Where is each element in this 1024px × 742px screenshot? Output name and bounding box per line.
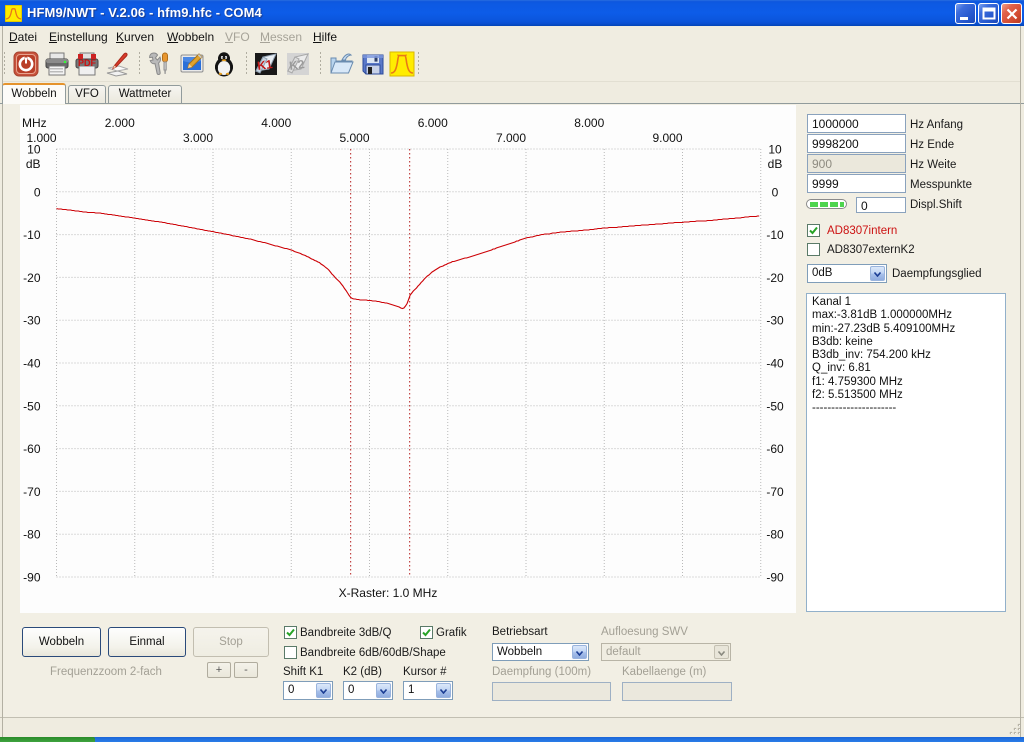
svg-text:-20: -20 [766,271,784,285]
svg-text:K1: K1 [256,57,273,73]
svg-text:7.000: 7.000 [496,131,526,145]
svg-text:-50: -50 [23,399,41,413]
svg-text:8.000: 8.000 [574,116,604,130]
svg-text:0: 0 [772,185,779,199]
svg-text:-60: -60 [23,442,41,456]
svg-text:-30: -30 [766,314,784,328]
svg-text:-30: -30 [23,314,41,328]
svg-text:3.000: 3.000 [183,131,213,145]
svg-text:-70: -70 [23,485,41,499]
svg-text:-60: -60 [766,442,784,456]
svg-text:dB: dB [768,157,783,171]
svg-text:K2: K2 [288,57,305,73]
svg-text:-10: -10 [23,228,41,242]
svg-text:MHz: MHz [22,116,47,130]
svg-text:-80: -80 [23,528,41,542]
svg-text:-40: -40 [766,357,784,371]
svg-text:5.000: 5.000 [339,131,369,145]
svg-text:-20: -20 [23,271,41,285]
svg-text:0: 0 [34,185,41,199]
svg-text:dB: dB [26,157,41,171]
svg-text:4.000: 4.000 [261,116,291,130]
svg-text:6.000: 6.000 [418,116,448,130]
svg-text:10: 10 [768,143,782,157]
svg-text:-10: -10 [766,228,784,242]
svg-text:-50: -50 [766,399,784,413]
svg-text:-90: -90 [23,571,41,585]
svg-text:PDF: PDF [78,58,97,68]
svg-text:9.000: 9.000 [652,131,682,145]
svg-text:-90: -90 [766,571,784,585]
svg-text:10: 10 [27,143,41,157]
svg-text:-80: -80 [766,528,784,542]
svg-text:X-Raster: 1.0 MHz: X-Raster: 1.0 MHz [339,586,438,600]
svg-text:-40: -40 [23,357,41,371]
svg-text:2.000: 2.000 [105,116,135,130]
svg-text:-70: -70 [766,485,784,499]
